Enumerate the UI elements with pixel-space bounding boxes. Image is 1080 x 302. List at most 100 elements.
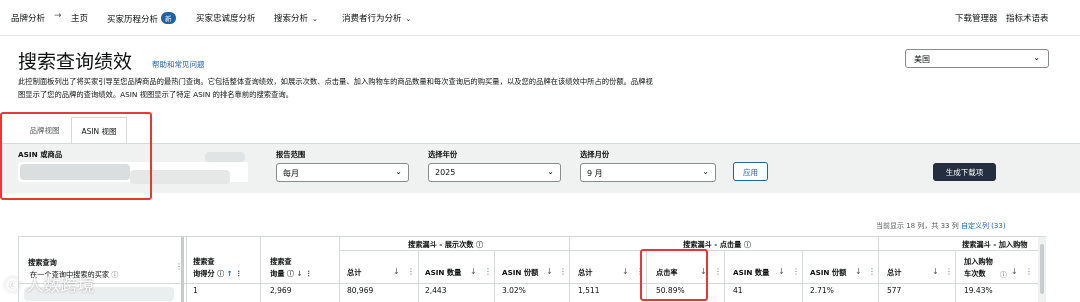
nav-glossary[interactable]: 指标术语表	[1006, 12, 1049, 24]
divider	[494, 251, 495, 302]
column-menu-icon[interactable]: ⋮	[945, 267, 953, 276]
divider	[569, 237, 570, 302]
col-imp-asin-share[interactable]: ASIN 份额	[502, 268, 538, 278]
sort-icon[interactable]: ↓	[855, 267, 862, 276]
group-header-cart: 搜索漏斗 - 加入购物	[962, 240, 1028, 249]
col-volume-line1: 搜索查	[270, 257, 292, 266]
highlight-box	[640, 249, 708, 301]
year-select[interactable]: 2025 ⌄	[428, 163, 561, 182]
column-menu-icon[interactable]: ⋮	[175, 262, 183, 271]
divider	[260, 237, 261, 302]
chevron-down-icon: ⌄	[1033, 53, 1040, 62]
column-menu-icon[interactable]: ⋮	[559, 267, 567, 276]
info-icon[interactable]: ⓘ	[476, 241, 483, 249]
info-icon[interactable]: ⓘ	[287, 270, 294, 278]
nav-download-manager[interactable]: 下载管理器	[955, 12, 998, 24]
divider	[339, 237, 340, 302]
column-menu-icon[interactable]: ⋮	[714, 267, 722, 276]
chevron-down-icon: ⌄	[702, 167, 709, 176]
col-clk-total[interactable]: 总计	[578, 268, 592, 278]
generate-download-button[interactable]: 生成下载项	[933, 163, 996, 181]
divider	[724, 251, 725, 302]
cell-volume: 2,969	[270, 286, 292, 295]
nav-brand-analytics[interactable]: 品牌分析	[11, 12, 45, 24]
col-search-query[interactable]: 搜索查询	[28, 258, 57, 268]
arrow-right-icon: →	[54, 11, 62, 21]
cell-imp-asin-share: 3.02%	[502, 286, 526, 295]
info-icon[interactable]: ⓘ	[111, 271, 118, 279]
chevron-down-icon: ⌄	[547, 167, 554, 176]
col-clk-asin-count[interactable]: ASIN 数量	[733, 268, 769, 278]
column-menu-icon[interactable]: ⋮	[484, 267, 492, 276]
chevron-down-icon: ⌄	[405, 15, 412, 23]
divider	[955, 251, 956, 302]
month-select[interactable]: 9 月 ⌄	[580, 163, 716, 182]
country-value: 美国	[914, 55, 930, 64]
cell-imp-asin-count: 2,443	[425, 286, 447, 295]
nav-consumer-behavior-label: 消费者行为分析	[342, 14, 402, 24]
highlight-box	[0, 112, 152, 200]
customize-columns-link[interactable]: 自定义列 (33)	[961, 222, 1006, 230]
nav-consumer-behavior[interactable]: 消费者行为分析 ⌄	[342, 12, 411, 24]
sort-icon[interactable]: ↓	[546, 267, 553, 276]
col-cart-total[interactable]: 总计	[887, 268, 901, 278]
report-range-select[interactable]: 每月 ⌄	[276, 163, 409, 182]
chevron-down-icon: ⌄	[395, 167, 402, 176]
col-score-line1: 搜索查	[193, 257, 215, 266]
watermark-text: 人数跨境	[26, 276, 95, 296]
watermark: ⓒ 人数跨境	[4, 271, 94, 296]
sort-icon[interactable]: ↓	[393, 267, 400, 276]
cell-clk-asin-count: 41	[733, 286, 743, 295]
scrollbar-thumb[interactable]	[1040, 244, 1044, 294]
col-score[interactable]: 询得分 ⓘ ↑ ⋮	[193, 269, 242, 279]
nav-search-analysis-label: 搜索分析	[274, 14, 309, 24]
cell-clk-asin-share: 2.71%	[810, 286, 834, 295]
group-header-impressions: 搜索漏斗 - 展示次数 ⓘ	[408, 240, 483, 250]
sort-icon[interactable]: ↓	[470, 267, 477, 276]
col-score-label: 询得分	[193, 269, 215, 278]
col-volume[interactable]: 询量 ⓘ ↓ ⋮	[270, 269, 312, 279]
page-description: 此控制面板列出了将买家引导至您品牌商品的最热门查询。它包括整体查询绩效，如展示次…	[18, 77, 653, 99]
column-menu-icon[interactable]: ⋮	[792, 267, 800, 276]
column-menu-icon[interactable]: ⋮	[235, 269, 242, 278]
apply-button[interactable]: 应用	[733, 162, 768, 181]
country-select[interactable]: 美国 ⌄	[905, 49, 1049, 68]
column-count: 当前显示 18 列，共 33 列 自定义列 (33)	[876, 221, 1006, 231]
sort-icon[interactable]: ↓	[1011, 267, 1018, 276]
col-imp-asin-count[interactable]: ASIN 数量	[425, 268, 461, 278]
column-menu-icon[interactable]: ⋮	[868, 267, 876, 276]
nav-home[interactable]: 主页	[71, 12, 88, 24]
nav-buyer-loyalty[interactable]: 买家忠诚度分析	[196, 12, 256, 24]
info-icon[interactable]: ⓘ	[217, 270, 224, 278]
divider	[418, 251, 419, 302]
sort-icon[interactable]: ↓	[622, 267, 629, 276]
sort-asc-icon[interactable]: ↑	[227, 269, 233, 278]
col-cart-count[interactable]: 车次数	[964, 269, 986, 279]
nav-buyer-journey-label: 买家历程分析	[107, 15, 159, 25]
year-value: 2025	[435, 168, 456, 177]
nav-buyer-journey[interactable]: 买家历程分析新	[107, 12, 176, 25]
sort-icon[interactable]: ↓	[296, 269, 302, 278]
column-menu-icon[interactable]: ⋮	[305, 269, 312, 278]
redacted-asin	[205, 152, 245, 162]
sort-icon[interactable]: ↓	[778, 267, 785, 276]
help-link[interactable]: 帮助和常见问题	[152, 59, 205, 70]
col-volume-label: 询量	[270, 269, 285, 278]
col-clk-asin-share[interactable]: ASIN 份额	[810, 268, 846, 278]
column-menu-icon[interactable]: ⋮	[407, 267, 415, 276]
month-value: 9 月	[587, 169, 603, 178]
cell-cart-count: 19.43%	[964, 286, 993, 295]
divider	[186, 237, 187, 302]
sort-icon[interactable]: ↓	[932, 267, 939, 276]
year-label: 选择年份	[428, 150, 458, 159]
info-icon[interactable]: ⓘ	[1000, 270, 1007, 280]
col-imp-total[interactable]: 总计	[347, 268, 361, 278]
divider	[18, 283, 1038, 284]
month-label: 选择月份	[580, 150, 610, 159]
report-range-label: 报告范围	[276, 150, 306, 159]
info-icon[interactable]: ⓘ	[744, 241, 751, 249]
watermark-logo-icon: ⓒ	[4, 276, 21, 296]
column-menu-icon[interactable]: ⋮	[1025, 267, 1033, 276]
nav-search-analysis[interactable]: 搜索分析 ⌄	[274, 12, 318, 24]
divider	[802, 251, 803, 302]
